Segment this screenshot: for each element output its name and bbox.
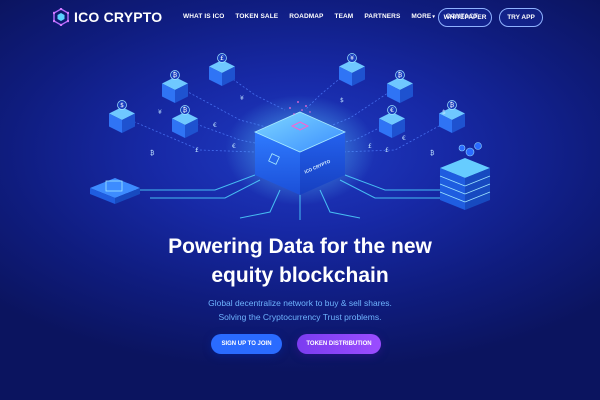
coin-cube: € — [379, 105, 405, 138]
currency-symbol: € — [213, 122, 217, 129]
hero-title-line1: Powering Data for the new — [168, 235, 432, 258]
currency-symbol: € — [402, 135, 406, 142]
whitepaper-button[interactable]: WHITEPAPER — [438, 8, 492, 27]
coin-symbol: ₿ — [173, 72, 178, 79]
coin-cube: ₿ — [387, 70, 413, 103]
nav-team[interactable]: TEAM — [335, 13, 354, 20]
hero-subtitle-line1: Global decentralize network to buy & sel… — [208, 298, 392, 308]
left-server-block — [90, 178, 140, 204]
logo[interactable]: ICO CRYPTO — [53, 8, 162, 26]
nav-what-is-ico[interactable]: WHAT IS ICO — [183, 13, 224, 20]
logo-text: ICO CRYPTO — [74, 9, 162, 25]
top-navigation: ICO CRYPTO WHAT IS ICO TOKEN SALE ROADMA… — [0, 0, 600, 36]
nav-more[interactable]: MORE▾ — [411, 13, 435, 20]
hero-title-line2: equity blockchain — [211, 264, 389, 287]
coin-cube: £ — [209, 53, 235, 86]
currency-symbol: $ — [442, 109, 446, 116]
currency-symbol: £ — [385, 147, 389, 154]
hero-subtitle-line2: Solving the Cryptocurrency Trust problem… — [218, 312, 382, 322]
coin-symbol: ₿ — [183, 107, 188, 114]
coin-cube: ₿ — [439, 100, 465, 133]
chevron-down-icon: ▾ — [432, 14, 435, 20]
logo-text-ico: ICO — [74, 9, 100, 25]
nav-roadmap[interactable]: ROADMAP — [289, 13, 323, 20]
cube-logo-icon — [53, 8, 69, 26]
coin-cube: $ — [109, 100, 135, 133]
hero-title: Powering Data for the new equity blockch… — [0, 232, 600, 290]
coin-symbol: ₿ — [398, 72, 403, 79]
currency-symbol: $ — [340, 97, 344, 104]
coin-symbol: € — [390, 107, 394, 114]
coin-cube: ₿ — [162, 70, 188, 103]
nav-more-label: MORE — [411, 13, 432, 20]
blockchain-illustration: ICO CRYPTO $₿£₿¥₿€₿ ₿ £¥€$£€₿€ £¥ $ — [90, 53, 491, 220]
coin-symbol: ₿ — [450, 102, 455, 109]
nav-token-sale[interactable]: TOKEN SALE — [235, 13, 278, 20]
hero-subtitle: Global decentralize network to buy & sel… — [0, 296, 600, 324]
nav-partners[interactable]: PARTNERS — [364, 13, 400, 20]
currency-symbol: ¥ — [240, 95, 244, 102]
logo-text-crypto: CRYPTO — [99, 9, 163, 25]
currency-symbol: € — [232, 143, 236, 150]
currency-symbol: £ — [195, 147, 199, 154]
right-server-stack — [439, 142, 491, 210]
try-app-button[interactable]: TRY APP — [499, 8, 543, 27]
token-distribution-button[interactable]: TOKEN DISTRIBUTION — [297, 334, 381, 354]
currency-symbol: ₿ — [150, 150, 155, 157]
coin-cube: ₿ — [172, 105, 198, 138]
sign-up-button[interactable]: SIGN UP TO JOIN — [211, 334, 282, 354]
coin-symbol: $ — [120, 102, 124, 109]
currency-symbol: £ — [368, 143, 372, 150]
currency-symbol: ¥ — [158, 109, 162, 116]
coin-cube: ¥ — [339, 53, 365, 86]
coin-symbol: £ — [220, 55, 224, 62]
coin-symbol: ¥ — [350, 55, 354, 62]
currency-symbol: ₿ — [430, 150, 435, 157]
